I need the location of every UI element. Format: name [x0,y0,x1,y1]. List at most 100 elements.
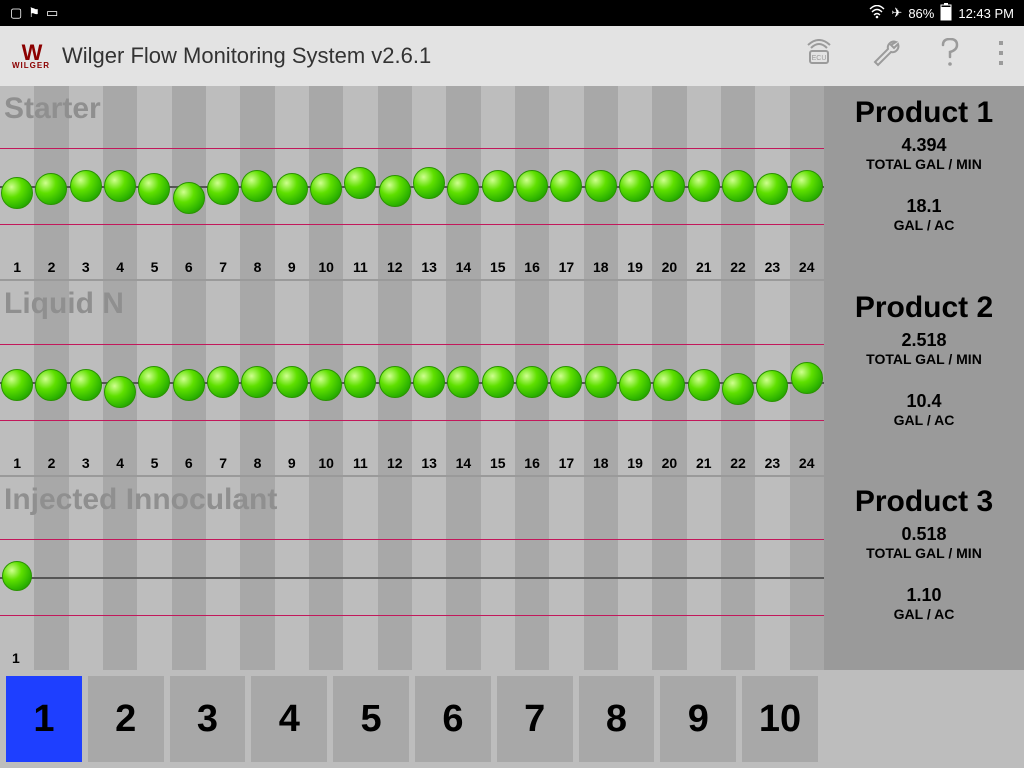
flow-dot[interactable] [207,366,239,398]
flow-dot[interactable] [1,177,33,209]
flow-dot[interactable] [722,170,754,202]
flow-dot[interactable] [1,369,33,401]
product-rate-label: TOTAL GAL / MIN [828,545,1020,561]
product-name: Product 2 [828,291,1020,324]
note-icon: ▭ [46,5,58,21]
row-label: 1 [0,455,34,471]
flow-dot[interactable] [619,170,651,202]
row-label: 14 [446,455,480,471]
flow-dot[interactable] [310,173,342,205]
flow-dot[interactable] [585,366,617,398]
row-label: 11 [343,455,377,471]
page-button-2[interactable]: 2 [88,676,164,762]
chart-column: Starter123456789101112131415161718192021… [0,86,824,670]
page-button-8[interactable]: 8 [579,676,655,762]
section-1[interactable]: Liquid N12345678910111213141516171819202… [0,279,824,474]
row-label: 1 [0,650,46,666]
flow-dot[interactable] [104,170,136,202]
row-label: 8 [240,455,274,471]
wrench-icon[interactable] [870,39,904,73]
flow-dot[interactable] [756,173,788,205]
product-block-2[interactable]: Product 30.518TOTAL GAL / MIN1.10GAL / A… [824,475,1024,670]
ecu-icon[interactable]: ECU [802,39,836,73]
section-2[interactable]: Injected Innoculant 1 [0,475,824,670]
row-label [215,650,249,666]
row-label: 13 [412,455,446,471]
page-button-5[interactable]: 5 [333,676,409,762]
row-label: 10 [309,259,343,275]
flow-dot[interactable] [791,362,823,394]
product-name: Product 3 [828,485,1020,518]
flow-dot[interactable] [379,366,411,398]
row-label [181,650,215,666]
flow-dot[interactable] [241,170,273,202]
row-label: 24 [790,259,824,275]
flow-dot[interactable] [173,369,205,401]
product-block-0[interactable]: Product 14.394TOTAL GAL / MIN18.1GAL / A… [824,86,1024,281]
airplane-icon: ✈ [891,5,902,21]
row-label: 15 [481,455,515,471]
flow-dot[interactable] [688,170,720,202]
flow-dot[interactable] [173,182,205,214]
flow-dot[interactable] [104,376,136,408]
row-label [350,650,384,666]
flow-dot[interactable] [241,366,273,398]
row-label: 8 [240,259,274,275]
flow-dot[interactable] [138,366,170,398]
row-label: 7 [206,455,240,471]
product-block-1[interactable]: Product 22.518TOTAL GAL / MIN10.4GAL / A… [824,281,1024,476]
section-0[interactable]: Starter123456789101112131415161718192021… [0,86,824,279]
row-label: 13 [412,259,446,275]
row-label: 3 [69,455,103,471]
flow-dot[interactable] [413,366,445,398]
row-label: 11 [343,259,377,275]
flow-dot[interactable] [35,173,67,205]
flow-dot[interactable] [207,173,239,205]
flow-dot[interactable] [447,173,479,205]
flow-dot[interactable] [447,366,479,398]
flow-dot[interactable] [550,170,582,202]
flow-dot[interactable] [70,369,102,401]
page-button-6[interactable]: 6 [415,676,491,762]
flow-dot[interactable] [585,170,617,202]
flow-dot[interactable] [379,175,411,207]
page-button-9[interactable]: 9 [660,676,736,762]
flow-dot[interactable] [2,561,32,591]
flow-dot[interactable] [653,170,685,202]
overflow-icon[interactable] [996,39,1006,73]
flow-dot[interactable] [276,173,308,205]
flow-dot[interactable] [413,167,445,199]
section-title: Injected Innoculant [4,483,277,517]
flow-dot[interactable] [138,173,170,205]
flow-dot[interactable] [344,167,376,199]
flow-dot[interactable] [688,369,720,401]
section-title: Starter [4,92,101,126]
flow-dot[interactable] [482,170,514,202]
row-label [655,650,689,666]
row-label: 17 [549,259,583,275]
flow-dot[interactable] [70,170,102,202]
page-button-1[interactable]: 1 [6,676,82,762]
page-button-3[interactable]: 3 [170,676,246,762]
flow-dot[interactable] [516,366,548,398]
page-button-10[interactable]: 10 [742,676,818,762]
page-button-7[interactable]: 7 [497,676,573,762]
row-label [384,650,418,666]
flow-dot[interactable] [756,370,788,402]
flow-dot[interactable] [35,369,67,401]
flow-dot[interactable] [550,366,582,398]
help-icon[interactable] [938,38,962,74]
flow-dot[interactable] [516,170,548,202]
product-area-label: GAL / AC [828,217,1020,233]
flow-dot[interactable] [310,369,342,401]
flow-dot[interactable] [791,170,823,202]
page-button-4[interactable]: 4 [251,676,327,762]
flow-dot[interactable] [276,366,308,398]
flow-dot[interactable] [653,369,685,401]
row-label: 9 [275,259,309,275]
flow-dot[interactable] [722,373,754,405]
flow-dot[interactable] [482,366,514,398]
flow-dot[interactable] [344,366,376,398]
row-label: 4 [103,455,137,471]
flow-dot[interactable] [619,369,651,401]
